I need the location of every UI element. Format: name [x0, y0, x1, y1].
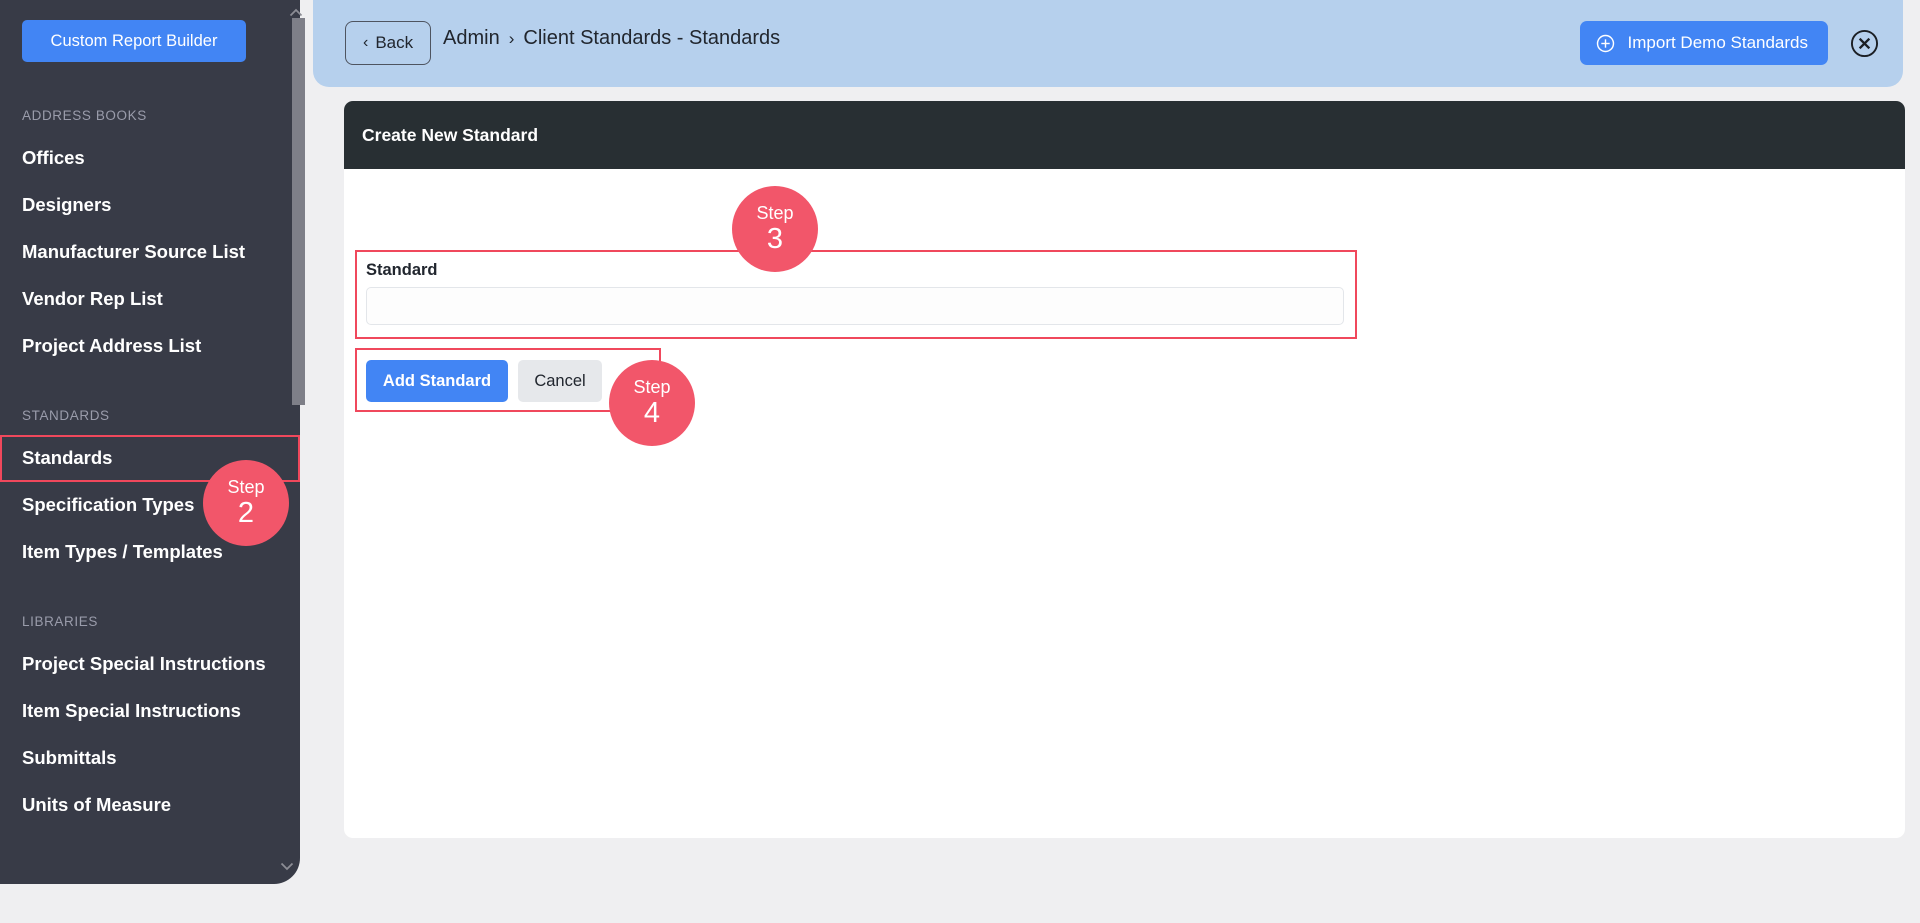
sidebar-item-manufacturer-source-list[interactable]: Manufacturer Source List	[0, 229, 300, 276]
sidebar-section-address-books-label: ADDRESS BOOKS	[22, 108, 147, 123]
sidebar-item-project-special-instructions[interactable]: Project Special Instructions	[0, 641, 300, 688]
step-badge-4: Step 4	[609, 360, 695, 446]
step-badge-3-number: 3	[766, 223, 784, 255]
step-badge-2-number: 2	[237, 497, 255, 529]
step-badge-4-number: 4	[643, 397, 661, 429]
page-title: Create New Standard	[362, 124, 539, 145]
import-demo-standards-button[interactable]: Import Demo Standards	[1579, 21, 1828, 65]
add-standard-button[interactable]: Add Standard	[366, 360, 508, 402]
sidebar-item-item-special-instructions[interactable]: Item Special Instructions	[0, 688, 300, 735]
card-body: Standard Add Standard Cancel	[344, 169, 1905, 838]
sidebar-section-standards-label: STANDARDS	[22, 408, 110, 423]
step-badge-2: Step 2	[203, 460, 289, 546]
sidebar-scrollbar-thumb[interactable]	[292, 18, 305, 405]
back-button-label: Back	[375, 33, 414, 52]
custom-report-builder-button[interactable]: Custom Report Builder	[22, 20, 246, 62]
sidebar-item-submittals[interactable]: Submittals	[0, 735, 300, 782]
sidebar-section-libraries-label: LIBRARIES	[22, 614, 98, 629]
breadcrumb-root[interactable]: Admin	[443, 27, 500, 50]
back-button[interactable]: ‹ Back	[345, 21, 432, 65]
standard-field-label: Standard	[366, 261, 438, 279]
standard-input[interactable]	[366, 287, 1344, 325]
scroll-up-chevron-icon[interactable]	[289, 8, 303, 17]
app-root: Create New Standard Standard Add Standar…	[0, 0, 1920, 923]
step-badge-3-word: Step	[756, 203, 794, 223]
sidebar-item-offices[interactable]: Offices	[0, 135, 300, 182]
sidebar-top: Custom Report Builder	[0, 0, 300, 62]
import-button-label: Import Demo Standards	[1627, 33, 1808, 52]
sidebar-item-designers[interactable]: Designers	[0, 182, 300, 229]
breadcrumb-current: Client Standards - Standards	[523, 27, 781, 49]
breadcrumb: Admin › Client Standards - Standards	[443, 27, 780, 50]
sidebar-content: Custom Report Builder ADDRESS BOOKS Offi…	[0, 0, 300, 829]
scroll-down-chevron-icon[interactable]	[280, 862, 294, 871]
create-standard-card: Create New Standard Standard Add Standar…	[344, 101, 1905, 838]
sidebar: Custom Report Builder ADDRESS BOOKS Offi…	[0, 0, 300, 884]
sidebar-item-units-of-measure[interactable]: Units of Measure	[0, 782, 300, 829]
chevron-right-icon: ›	[508, 28, 515, 48]
close-circle-icon[interactable]	[1850, 29, 1879, 58]
chevron-left-icon: ‹	[363, 34, 369, 51]
standard-field-highlight: Standard	[355, 250, 1357, 339]
sidebar-item-project-address-list[interactable]: Project Address List	[0, 323, 300, 370]
cancel-button[interactable]: Cancel	[518, 360, 602, 402]
sidebar-item-vendor-rep-list[interactable]: Vendor Rep List	[0, 276, 300, 323]
step-badge-4-word: Step	[633, 377, 671, 397]
step-badge-3: Step 3	[732, 186, 818, 272]
plus-circle-icon	[1596, 34, 1615, 53]
step-badge-2-word: Step	[227, 477, 265, 497]
top-header-bar: ‹ Back Admin › Client Standards - Standa…	[313, 0, 1903, 87]
card-header: Create New Standard	[344, 101, 1905, 169]
